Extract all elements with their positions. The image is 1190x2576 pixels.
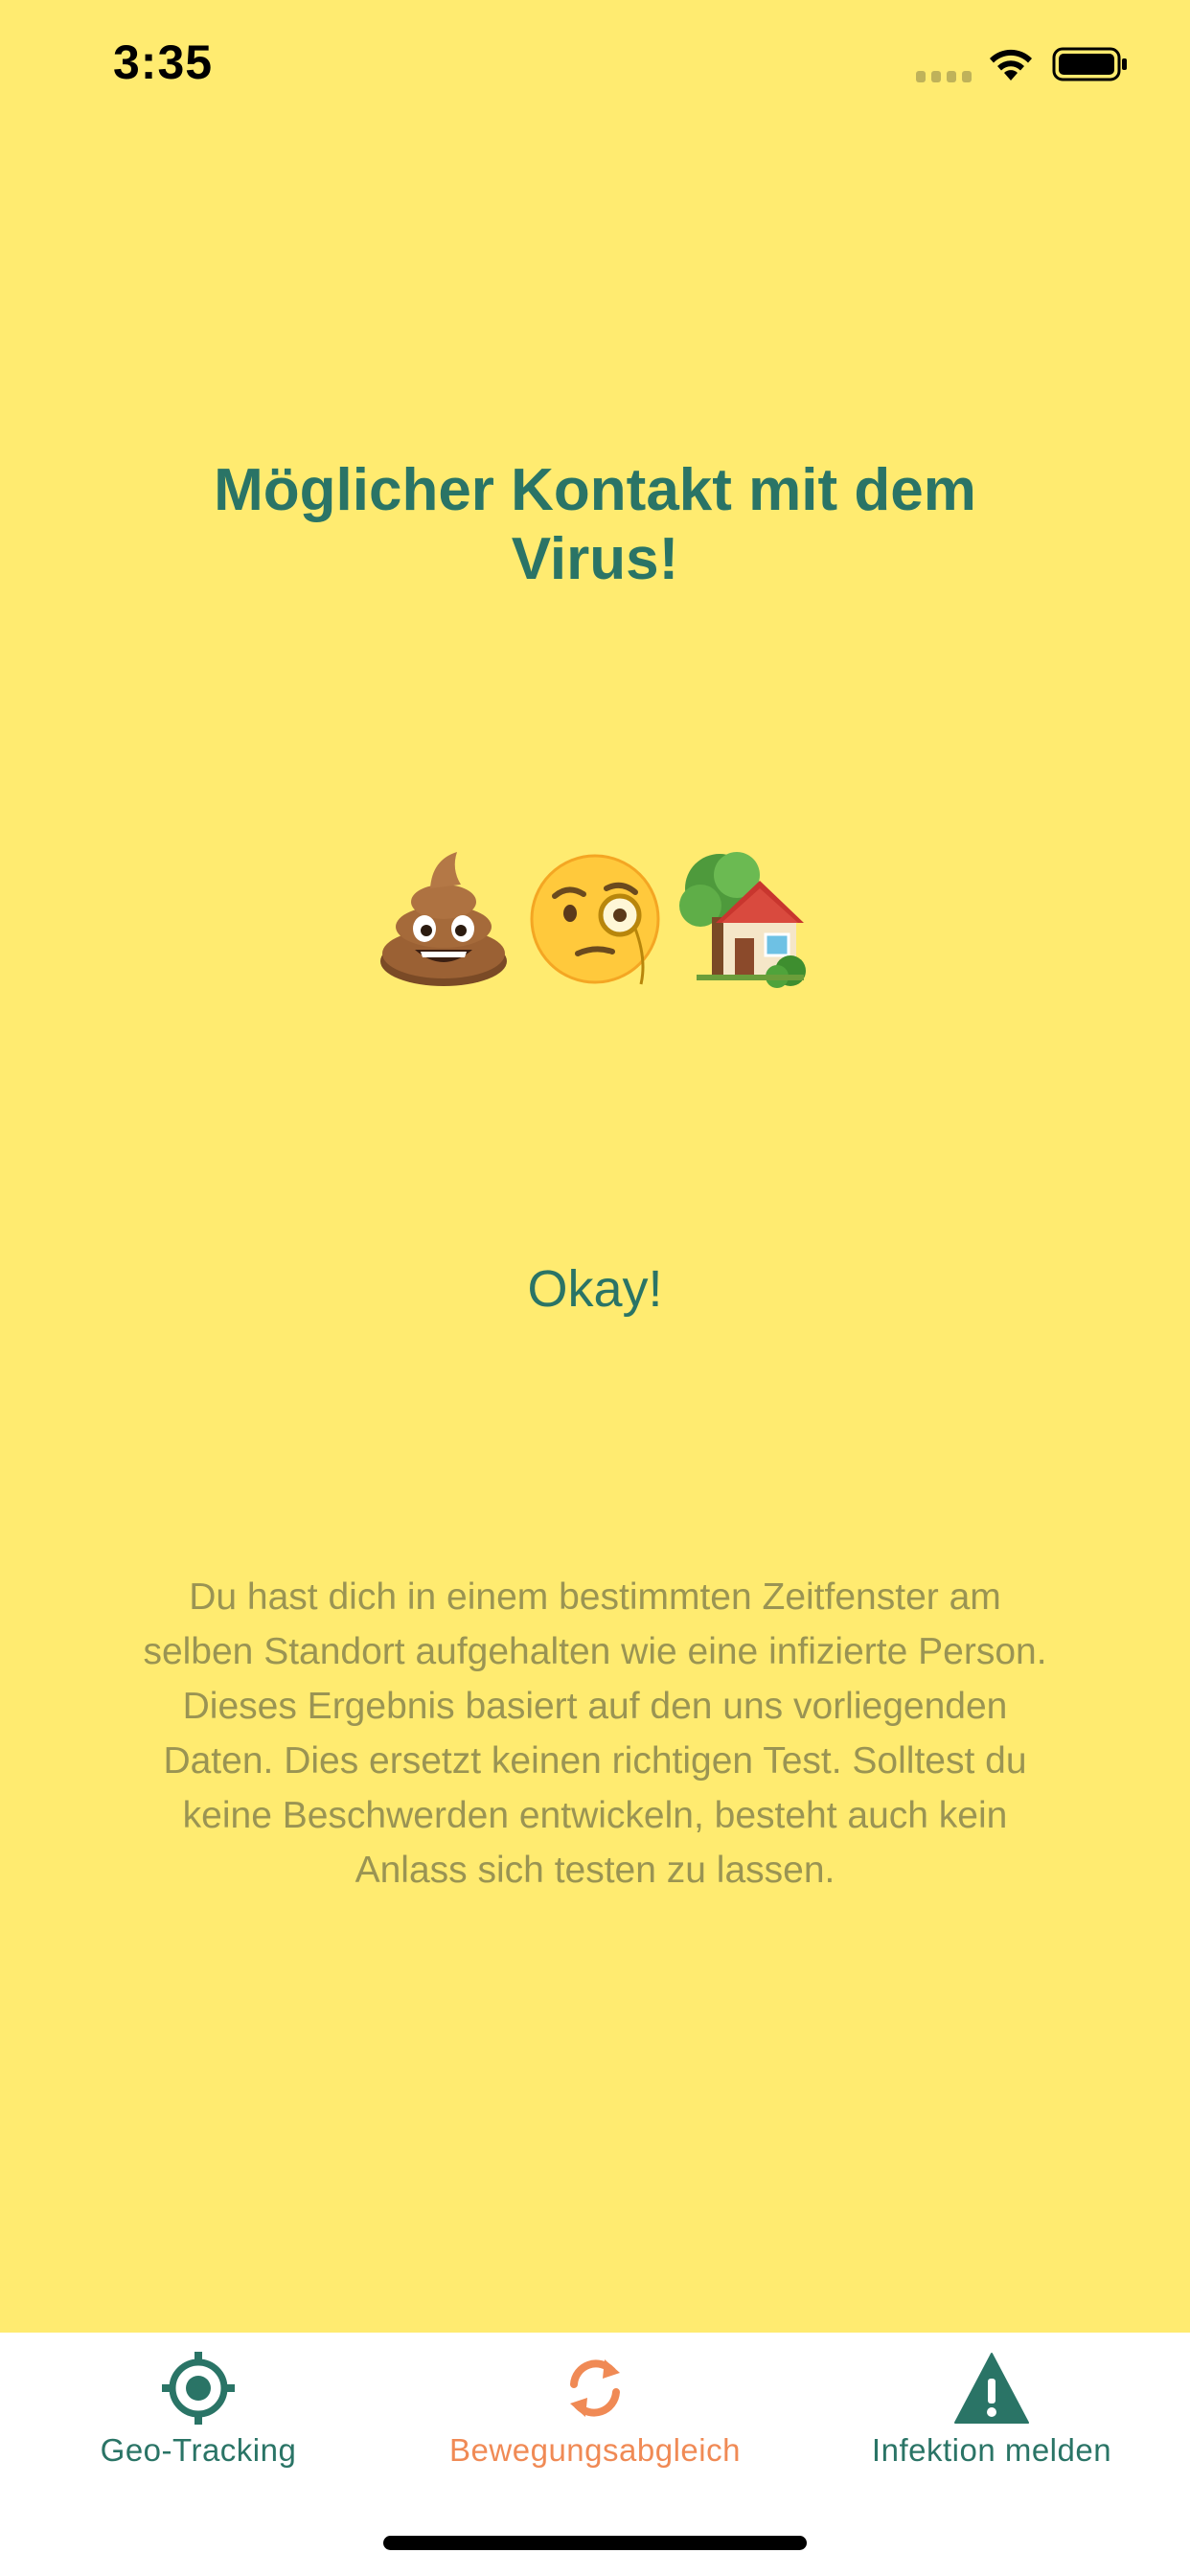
emoji-row [0, 841, 1190, 995]
battery-icon [1052, 47, 1127, 81]
status-time: 3:35 [113, 35, 214, 89]
cellular-signal-icon [916, 71, 972, 82]
face-with-monocle-icon [530, 854, 660, 985]
house-with-garden-icon [679, 852, 806, 988]
warning-icon [954, 2353, 1029, 2424]
tab-geo-tracking[interactable]: Geo-Tracking [0, 2333, 397, 2496]
tab-label-bewegungsabgleich: Bewegungsabgleich [449, 2432, 741, 2468]
wifi-icon [990, 49, 1032, 80]
okay-button[interactable]: Okay! [451, 1246, 739, 1332]
sync-icon [570, 2359, 620, 2417]
alert-description: Du hast dich in einem bestimmten Zeitfen… [143, 1576, 1047, 1891]
pile-of-poo-icon [380, 852, 507, 986]
tab-bar: Geo-Tracking Bewegungsabgleich Infektion… [0, 2333, 1190, 2576]
alert-title: Möglicher Kontakt mit dem Virus! [214, 457, 976, 592]
tab-bewegungsabgleich[interactable]: Bewegungsabgleich [397, 2333, 793, 2496]
status-bar: 3:35 [0, 0, 1190, 126]
crosshair-icon [162, 2352, 235, 2425]
tab-label-infektion-melden: Infektion melden [871, 2432, 1112, 2468]
tab-infektion-melden[interactable]: Infektion melden [793, 2333, 1190, 2496]
home-indicator[interactable] [383, 2536, 807, 2550]
tab-label-geo-tracking: Geo-Tracking [100, 2432, 297, 2468]
